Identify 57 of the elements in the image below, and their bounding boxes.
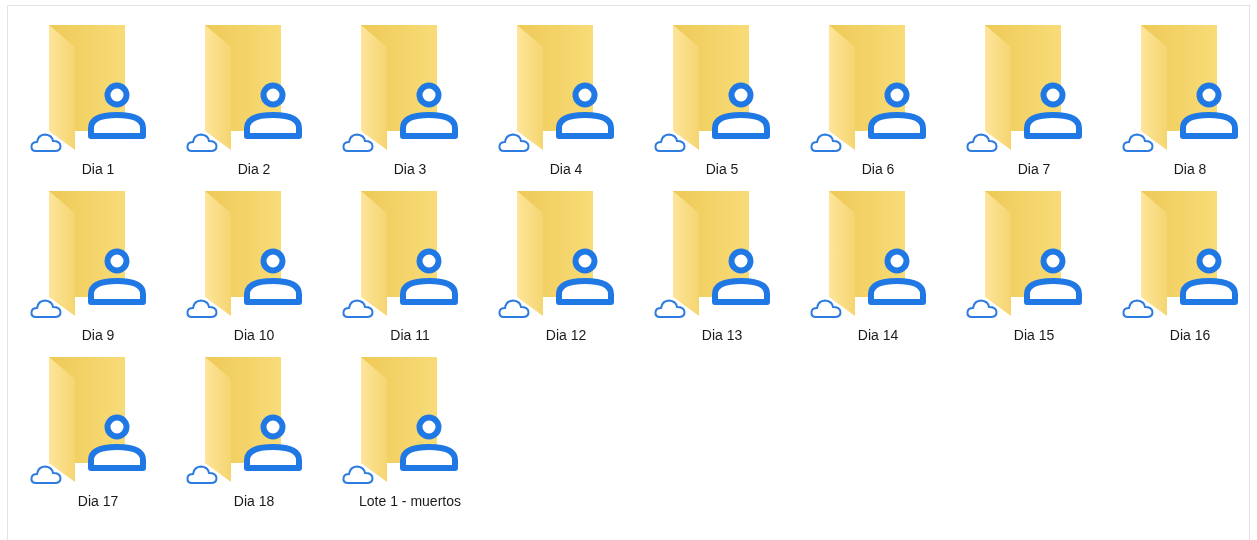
cloud-icon — [342, 464, 374, 485]
folder-label: Dia 13 — [701, 326, 743, 344]
person-icon — [88, 414, 146, 471]
folder-label: Dia 4 — [549, 160, 583, 178]
cloud-icon — [30, 298, 62, 319]
person-icon — [88, 82, 146, 139]
folder-label: Dia 17 — [77, 492, 119, 510]
folder-label: Dia 9 — [81, 326, 115, 344]
person-icon — [1024, 82, 1082, 139]
person-icon — [712, 82, 770, 139]
person-icon — [400, 82, 458, 139]
person-icon — [556, 248, 614, 305]
folder-label: Dia 5 — [705, 160, 739, 178]
cloud-icon — [186, 132, 218, 153]
cloud-icon — [342, 298, 374, 319]
cloud-icon — [810, 298, 842, 319]
cloud-icon — [498, 298, 530, 319]
folder-label: Dia 15 — [1013, 326, 1055, 344]
cloud-icon — [30, 132, 62, 153]
cloud-icon — [342, 132, 374, 153]
cloud-icon — [1122, 132, 1154, 153]
folder-label: Dia 1 — [81, 160, 115, 178]
person-icon — [1024, 248, 1082, 305]
cloud-icon — [1122, 298, 1154, 319]
person-icon — [868, 248, 926, 305]
person-icon — [1180, 248, 1238, 305]
person-icon — [1180, 82, 1238, 139]
folder-label: Dia 10 — [233, 326, 275, 344]
folder-label: Dia 12 — [545, 326, 587, 344]
person-icon — [88, 248, 146, 305]
cloud-icon — [654, 132, 686, 153]
folder-label: Dia 18 — [233, 492, 275, 510]
person-icon — [556, 82, 614, 139]
person-icon — [712, 248, 770, 305]
cloud-icon — [810, 132, 842, 153]
person-icon — [244, 414, 302, 471]
person-icon — [244, 82, 302, 139]
cloud-icon — [498, 132, 530, 153]
cloud-icon — [186, 464, 218, 485]
folder-label: Dia 16 — [1169, 326, 1211, 344]
cloud-icon — [966, 132, 998, 153]
person-icon — [400, 248, 458, 305]
folder-label: Dia 7 — [1017, 160, 1051, 178]
cloud-icon — [186, 298, 218, 319]
folder-label: Dia 2 — [237, 160, 271, 178]
cloud-icon — [654, 298, 686, 319]
folder-label: Dia 14 — [857, 326, 899, 344]
cloud-icon — [30, 464, 62, 485]
person-icon — [244, 248, 302, 305]
folder-label: Lote 1 - muertos — [359, 492, 461, 510]
person-icon — [868, 82, 926, 139]
person-icon — [400, 414, 458, 471]
folder-label: Dia 6 — [861, 160, 895, 178]
cloud-icon — [966, 298, 998, 319]
folder-label: Dia 8 — [1173, 160, 1207, 178]
folder-label: Dia 3 — [393, 160, 427, 178]
folder-label: Dia 11 — [390, 326, 430, 344]
